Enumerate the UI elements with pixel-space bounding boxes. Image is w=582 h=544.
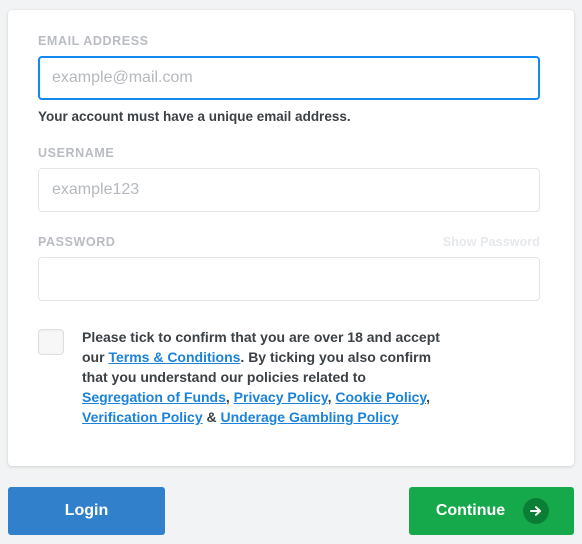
password-label-row: PASSWORD Show Password [38, 234, 540, 250]
password-label: PASSWORD [38, 235, 116, 249]
arrow-right-icon [523, 498, 550, 524]
terms-link[interactable]: Terms & Conditions [108, 349, 240, 365]
email-label-row: EMAIL ADDRESS [38, 33, 540, 49]
username-input[interactable] [38, 168, 540, 212]
email-field-group: EMAIL ADDRESS Your account must have a u… [38, 33, 540, 125]
registration-screen: EMAIL ADDRESS Your account must have a u… [0, 0, 582, 544]
terms-link[interactable]: Underage Gambling Policy [221, 409, 399, 425]
show-password-toggle[interactable]: Show Password [443, 234, 540, 250]
username-label-row: USERNAME [38, 145, 540, 161]
terms-link[interactable]: Privacy Policy [234, 389, 328, 405]
username-field-group: USERNAME [38, 145, 540, 212]
password-field-group: PASSWORD Show Password [38, 234, 540, 301]
terms-checkbox[interactable] [38, 329, 64, 355]
terms-link[interactable]: Segregation of Funds [82, 389, 226, 405]
terms-link[interactable]: Cookie Policy [335, 389, 426, 405]
registration-form: EMAIL ADDRESS Your account must have a u… [38, 33, 540, 427]
terms-row: Please tick to confirm that you are over… [38, 327, 540, 427]
email-label: EMAIL ADDRESS [38, 34, 149, 48]
registration-card: EMAIL ADDRESS Your account must have a u… [8, 10, 574, 466]
email-input[interactable] [38, 56, 540, 100]
username-label: USERNAME [38, 146, 115, 160]
terms-text: Please tick to confirm that you are over… [82, 329, 440, 425]
login-button[interactable]: Login [8, 487, 165, 535]
continue-button-label: Continue [435, 502, 506, 519]
login-button-label: Login [64, 502, 109, 519]
terms-link[interactable]: Verification Policy [82, 409, 203, 425]
email-helper-text: Your account must have a unique email ad… [38, 109, 351, 124]
continue-button[interactable]: Continue [409, 487, 574, 535]
password-input[interactable] [38, 257, 540, 301]
